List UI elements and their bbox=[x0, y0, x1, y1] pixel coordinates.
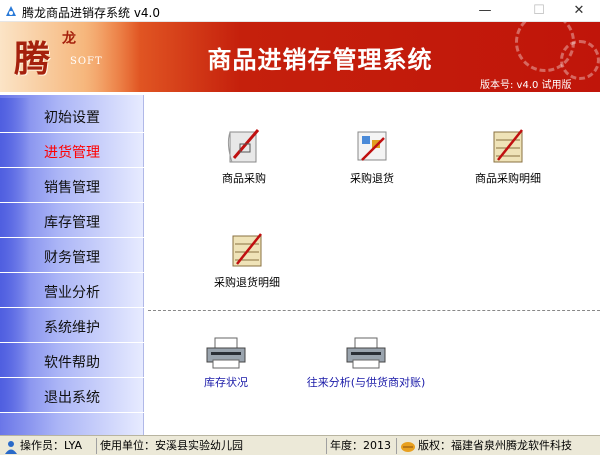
app-title: 商品进销存管理系统 bbox=[207, 46, 433, 74]
sidebar-item-initial-settings[interactable]: 初始设置 bbox=[0, 98, 144, 133]
year-label: 年度：2013 bbox=[330, 439, 391, 452]
sidebar-item-inventory-management[interactable]: 库存管理 bbox=[0, 203, 144, 238]
return-detail-button[interactable]: 采购退货明细 bbox=[205, 228, 289, 290]
purchase-return-button[interactable]: 采购退货 bbox=[340, 124, 404, 186]
unit-label: 使用单位：安溪县实验幼儿园 bbox=[100, 439, 243, 452]
version-label: 版本号: v4.0 试用版 bbox=[480, 80, 572, 91]
supplier-analysis-button[interactable]: 往来分析(与供货商对账) bbox=[304, 336, 428, 390]
purchase-button[interactable]: 商品采购 bbox=[212, 124, 276, 186]
header-banner: 腾 龙 SOFT 商品进销存管理系统 版本号: v4.0 试用版 bbox=[0, 22, 600, 92]
printer-icon bbox=[206, 337, 246, 369]
user-icon bbox=[5, 441, 17, 454]
stock-status-button[interactable]: 库存状况 bbox=[198, 336, 254, 390]
sidebar-item-purchase-management[interactable]: 进货管理 bbox=[0, 133, 144, 168]
printer-icon bbox=[346, 337, 386, 369]
ledger-icon bbox=[493, 129, 523, 163]
window-title: 腾龙商品进销存系统 v4.0 bbox=[22, 6, 161, 20]
title-bar: 腾龙商品进销存系统 v4.0 — ☐ ✕ bbox=[0, 0, 600, 22]
handshake-icon bbox=[401, 442, 415, 452]
app-icon bbox=[6, 6, 16, 16]
sidebar-item-exit-system[interactable]: 退出系统 bbox=[0, 378, 144, 413]
logo: 腾 龙 SOFT bbox=[0, 22, 140, 92]
design-tools-icon bbox=[357, 131, 387, 161]
sidebar-nav: 初始设置 进货管理 销售管理 库存管理 财务管理 营业分析 系统维护 软件帮助 … bbox=[0, 95, 144, 435]
sidebar-item-system-maintenance[interactable]: 系统维护 bbox=[0, 308, 144, 343]
close-button[interactable]: ✕ bbox=[556, 0, 600, 22]
sidebar-item-sales-management[interactable]: 销售管理 bbox=[0, 168, 144, 203]
purchase-detail-button[interactable]: 商品采购明细 bbox=[466, 124, 550, 186]
gear-decoration-icon bbox=[560, 40, 600, 80]
sidebar-item-finance-management[interactable]: 财务管理 bbox=[0, 238, 144, 273]
sidebar-item-business-analysis[interactable]: 营业分析 bbox=[0, 273, 144, 308]
status-bar: 操作员：LYA 使用单位：安溪县实验幼儿园 年度：2013 版权：福建省泉州腾龙… bbox=[0, 435, 600, 455]
section-divider bbox=[148, 310, 600, 311]
sidebar-item-software-help[interactable]: 软件帮助 bbox=[0, 343, 144, 378]
ledger-icon bbox=[232, 233, 262, 267]
minimize-button[interactable]: — bbox=[462, 0, 508, 22]
operator-label: 操作员：LYA bbox=[20, 439, 83, 452]
copyright-label: 版权：福建省泉州腾龙软件科技 bbox=[418, 439, 572, 452]
blueprint-icon bbox=[227, 129, 260, 163]
